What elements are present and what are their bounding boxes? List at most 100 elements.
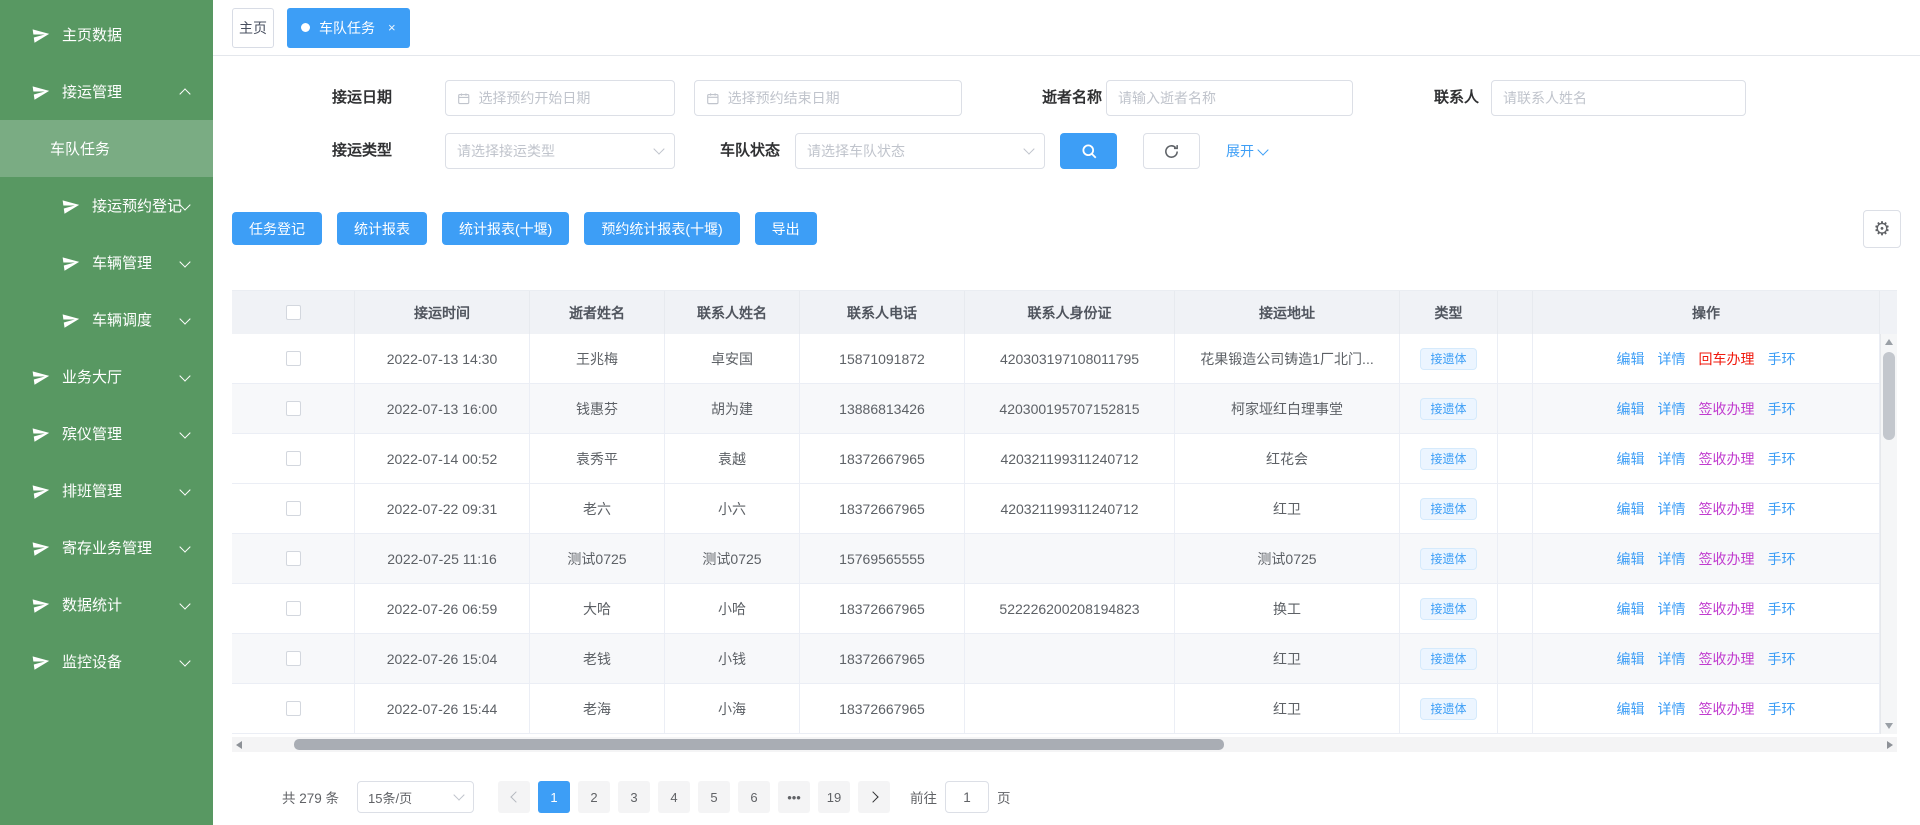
column-settings-button[interactable]: ⚙ (1863, 210, 1901, 248)
row-checkbox[interactable] (286, 401, 301, 416)
sidebar-item-fleet-tasks[interactable]: 车队任务 (0, 120, 213, 177)
stats-report-button[interactable]: 统计报表 (337, 212, 427, 245)
sidebar-item-transport-booking[interactable]: 接运预约登记 (0, 177, 213, 234)
date-start-field[interactable] (445, 80, 675, 116)
sign-process-link[interactable]: 签收办理 (1699, 699, 1755, 719)
tab-home[interactable]: 主页 (232, 8, 274, 48)
date-end-field[interactable] (694, 80, 962, 116)
row-checkbox[interactable] (286, 601, 301, 616)
sidebar-item-business-hall[interactable]: 业务大厅 (0, 348, 213, 405)
sign-process-link[interactable]: 签收办理 (1699, 399, 1755, 419)
expand-toggle[interactable]: 展开 (1226, 133, 1267, 169)
cell-phone: 18372667965 (800, 484, 965, 533)
sidebar-item-shift-mgmt[interactable]: 排班管理 (0, 462, 213, 519)
page-button-1[interactable]: 1 (538, 781, 570, 813)
edit-link[interactable]: 编辑 (1617, 499, 1645, 519)
edit-link[interactable]: 编辑 (1617, 399, 1645, 419)
edit-link[interactable]: 编辑 (1617, 449, 1645, 469)
export-button[interactable]: 导出 (755, 212, 817, 245)
search-button[interactable] (1060, 133, 1117, 169)
wristband-link[interactable]: 手环 (1768, 399, 1796, 419)
sidebar-item-transport-mgmt[interactable]: 接运管理 (0, 63, 213, 120)
send-icon (31, 651, 51, 671)
next-page-button[interactable] (858, 781, 890, 813)
detail-link[interactable]: 详情 (1658, 549, 1686, 569)
vertical-scrollbar[interactable] (1880, 334, 1897, 734)
sidebar-item-monitor-devices[interactable]: 监控设备 (0, 633, 213, 690)
page-button-5[interactable]: 5 (698, 781, 730, 813)
date-end-input[interactable] (728, 90, 950, 106)
detail-link[interactable]: 详情 (1658, 349, 1686, 369)
contact-field[interactable] (1491, 80, 1746, 116)
wristband-link[interactable]: 手环 (1768, 349, 1796, 369)
edit-link[interactable]: 编辑 (1617, 649, 1645, 669)
wristband-link[interactable]: 手环 (1768, 449, 1796, 469)
page-size-select[interactable]: 15条/页 (357, 781, 474, 813)
return-process-link[interactable]: 回车办理 (1699, 349, 1755, 369)
deceased-name-field[interactable] (1106, 80, 1353, 116)
page-button-2[interactable]: 2 (578, 781, 610, 813)
detail-link[interactable]: 详情 (1658, 699, 1686, 719)
select-all-checkbox[interactable] (286, 305, 301, 320)
wristband-link[interactable]: 手环 (1768, 499, 1796, 519)
sidebar-item-home-data[interactable]: 主页数据 (0, 6, 213, 63)
vertical-scrollbar-thumb[interactable] (1883, 352, 1895, 440)
horizontal-scrollbar[interactable] (232, 737, 1897, 752)
wristband-link[interactable]: 手环 (1768, 599, 1796, 619)
row-checkbox[interactable] (286, 351, 301, 366)
stats-report-shiyan-button[interactable]: 统计报表(十堰) (442, 212, 569, 245)
row-checkbox[interactable] (286, 651, 301, 666)
scroll-right-icon[interactable] (1887, 741, 1893, 749)
detail-link[interactable]: 详情 (1658, 399, 1686, 419)
sidebar-item-vehicle-dispatch[interactable]: 车辆调度 (0, 291, 213, 348)
chevron-down-icon (179, 427, 190, 438)
sign-process-link[interactable]: 签收办理 (1699, 549, 1755, 569)
row-checkbox[interactable] (286, 451, 301, 466)
page-button-6[interactable]: 6 (738, 781, 770, 813)
page-ellipsis[interactable]: ••• (778, 781, 810, 813)
page-button-3[interactable]: 3 (618, 781, 650, 813)
chevron-down-icon (453, 789, 464, 800)
detail-link[interactable]: 详情 (1658, 499, 1686, 519)
tab-fleet-tasks[interactable]: 车队任务 × (287, 8, 410, 48)
sign-process-link[interactable]: 签收办理 (1699, 649, 1755, 669)
sidebar-item-funeral-mgmt[interactable]: 殡仪管理 (0, 405, 213, 462)
edit-link[interactable]: 编辑 (1617, 349, 1645, 369)
detail-link[interactable]: 详情 (1658, 599, 1686, 619)
wristband-link[interactable]: 手环 (1768, 649, 1796, 669)
wristband-link[interactable]: 手环 (1768, 699, 1796, 719)
close-icon[interactable]: × (388, 20, 396, 35)
transport-type-select[interactable]: 请选择接运类型 (445, 133, 675, 169)
row-checkbox[interactable] (286, 551, 301, 566)
wristband-link[interactable]: 手环 (1768, 549, 1796, 569)
fleet-status-select[interactable]: 请选择车队状态 (795, 133, 1045, 169)
scroll-left-icon[interactable] (236, 741, 242, 749)
row-checkbox[interactable] (286, 701, 301, 716)
sidebar-item-vehicle-mgmt[interactable]: 车辆管理 (0, 234, 213, 291)
refresh-button[interactable] (1143, 133, 1200, 169)
date-start-input[interactable] (478, 90, 663, 106)
horizontal-scrollbar-thumb[interactable] (294, 739, 1224, 750)
sign-process-link[interactable]: 签收办理 (1699, 499, 1755, 519)
booking-stats-report-shiyan-button[interactable]: 预约统计报表(十堰) (584, 212, 739, 245)
sign-process-link[interactable]: 签收办理 (1699, 599, 1755, 619)
task-register-button[interactable]: 任务登记 (232, 212, 322, 245)
contact-input[interactable] (1503, 90, 1734, 106)
edit-link[interactable]: 编辑 (1617, 549, 1645, 569)
page-button-4[interactable]: 4 (658, 781, 690, 813)
sidebar-item-storage-mgmt[interactable]: 寄存业务管理 (0, 519, 213, 576)
prev-page-button[interactable] (498, 781, 530, 813)
goto-page-input[interactable] (945, 781, 989, 813)
chevron-right-icon (867, 791, 878, 802)
deceased-name-input[interactable] (1118, 90, 1341, 106)
sign-process-link[interactable]: 签收办理 (1699, 449, 1755, 469)
detail-link[interactable]: 详情 (1658, 449, 1686, 469)
scroll-up-icon[interactable] (1885, 339, 1893, 345)
row-checkbox[interactable] (286, 501, 301, 516)
edit-link[interactable]: 编辑 (1617, 599, 1645, 619)
edit-link[interactable]: 编辑 (1617, 699, 1645, 719)
scroll-down-icon[interactable] (1885, 723, 1893, 729)
page-button-19[interactable]: 19 (818, 781, 850, 813)
sidebar-item-data-stats[interactable]: 数据统计 (0, 576, 213, 633)
detail-link[interactable]: 详情 (1658, 649, 1686, 669)
